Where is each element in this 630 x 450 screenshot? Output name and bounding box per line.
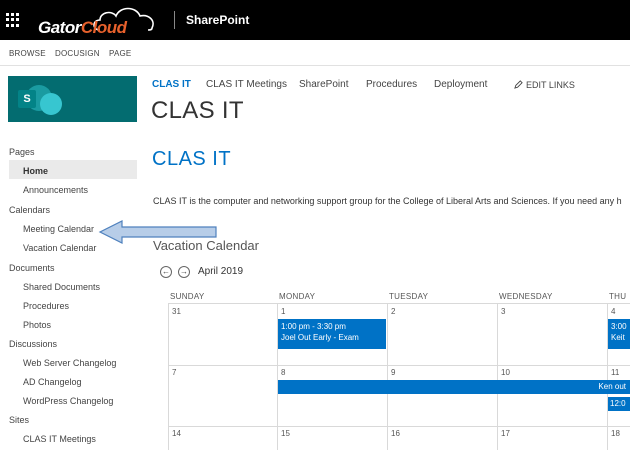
nav-item-vacation-calendar[interactable]: Vacation Calendar	[23, 243, 96, 253]
edit-links-button[interactable]: EDIT LINKS	[514, 80, 575, 90]
topnav-item-clas-it-meetings[interactable]: CLAS IT Meetings	[206, 79, 287, 90]
nav-item-web-server-changelog[interactable]: Web Server Changelog	[23, 358, 116, 368]
ribbon-tab-docusign[interactable]: DOCUSIGN	[55, 49, 100, 58]
day-cell-4[interactable]: 4	[611, 307, 615, 316]
day-cell-31[interactable]: 31	[172, 307, 181, 316]
event-time: 3:00	[611, 322, 627, 331]
suite-bar: GatorCloud SharePoint	[0, 0, 630, 40]
nav-heading-calendars[interactable]: Calendars	[9, 205, 50, 215]
day-cell-2[interactable]: 2	[391, 307, 395, 316]
calendar-event-thu-11[interactable]: 12:0	[608, 397, 630, 411]
calendar-event-ken-out[interactable]: Ken out	[278, 380, 630, 394]
day-cell-7[interactable]: 7	[172, 368, 176, 377]
day-cell-18[interactable]: 18	[611, 429, 620, 438]
day-cell-3[interactable]: 3	[501, 307, 505, 316]
ribbon-tab-browse[interactable]: BROWSE	[9, 49, 46, 58]
edit-links-label: EDIT LINKS	[526, 80, 575, 90]
day-cell-16[interactable]: 16	[391, 429, 400, 438]
ribbon: BROWSE DOCUSIGN PAGE	[0, 40, 630, 66]
day-cell-9[interactable]: 9	[391, 368, 395, 377]
gatorcloud-logo[interactable]: GatorCloud	[38, 4, 160, 37]
pencil-icon	[514, 80, 523, 89]
nav-item-wordpress-changelog[interactable]: WordPress Changelog	[23, 396, 113, 406]
day-cell-1[interactable]: 1	[281, 307, 285, 316]
day-cell-15[interactable]: 15	[281, 429, 290, 438]
nav-heading-pages[interactable]: Pages	[9, 147, 35, 157]
suite-app-title[interactable]: SharePoint	[186, 13, 249, 27]
day-cell-8[interactable]: 8	[281, 368, 285, 377]
site-title[interactable]: CLAS IT	[151, 97, 244, 125]
logo-text-gator: Gator	[38, 18, 81, 37]
calendar-title[interactable]: Vacation Calendar	[153, 238, 259, 253]
nav-item-home[interactable]: Home	[23, 166, 48, 176]
app-launcher-icon[interactable]	[6, 13, 20, 27]
nav-item-photos[interactable]: Photos	[23, 320, 51, 330]
day-cell-14[interactable]: 14	[172, 429, 181, 438]
nav-item-clas-it-meetings[interactable]: CLAS IT Meetings	[23, 434, 96, 444]
nav-heading-documents[interactable]: Documents	[9, 263, 55, 273]
day-header-wednesday: WEDNESDAY	[499, 292, 553, 301]
nav-item-shared-documents[interactable]: Shared Documents	[23, 282, 100, 292]
sharepoint-icon: S	[18, 90, 36, 108]
page-heading: CLAS IT	[152, 148, 232, 170]
day-header-sunday: SUNDAY	[170, 292, 205, 301]
nav-item-procedures[interactable]: Procedures	[23, 301, 69, 311]
topnav-item-deployment[interactable]: Deployment	[434, 79, 487, 90]
nav-heading-sites[interactable]: Sites	[9, 415, 29, 425]
day-cell-10[interactable]: 10	[501, 368, 510, 377]
nav-heading-discussions[interactable]: Discussions	[9, 339, 57, 349]
nav-item-ad-changelog[interactable]: AD Changelog	[23, 377, 82, 387]
logo-text-cloud: Cloud	[80, 18, 127, 37]
calendar-event-keith[interactable]: 3:00 Keit	[608, 319, 630, 349]
event-title: Joel Out Early - Exam	[281, 333, 359, 342]
day-header-tuesday: TUESDAY	[389, 292, 429, 301]
topnav-item-clas-it[interactable]: CLAS IT	[152, 79, 191, 90]
site-logo[interactable]: S	[8, 76, 137, 122]
previous-month-button[interactable]: ←	[160, 266, 172, 278]
month-label: April 2019	[198, 266, 244, 277]
calendar-grid: SUNDAY MONDAY TUESDAY WEDNESDAY THU 31 1…	[158, 290, 630, 450]
event-title: Keit	[611, 333, 625, 342]
day-cell-17[interactable]: 17	[501, 429, 510, 438]
calendar-event-joel[interactable]: 1:00 pm - 3:30 pm Joel Out Early - Exam	[278, 319, 386, 349]
event-time: 1:00 pm - 3:30 pm	[281, 322, 346, 331]
suite-divider	[174, 11, 175, 29]
ribbon-tab-page[interactable]: PAGE	[109, 49, 131, 58]
intro-text: CLAS IT is the computer and networking s…	[153, 196, 622, 206]
topnav-item-sharepoint[interactable]: SharePoint	[299, 79, 348, 90]
topnav-item-procedures[interactable]: Procedures	[366, 79, 417, 90]
next-month-button[interactable]: →	[178, 266, 190, 278]
day-header-thursday: THU	[609, 292, 627, 301]
nav-item-meeting-calendar[interactable]: Meeting Calendar	[23, 224, 94, 234]
day-cell-11[interactable]: 11	[611, 368, 619, 377]
day-header-monday: MONDAY	[279, 292, 316, 301]
nav-item-announcements[interactable]: Announcements	[23, 185, 88, 195]
